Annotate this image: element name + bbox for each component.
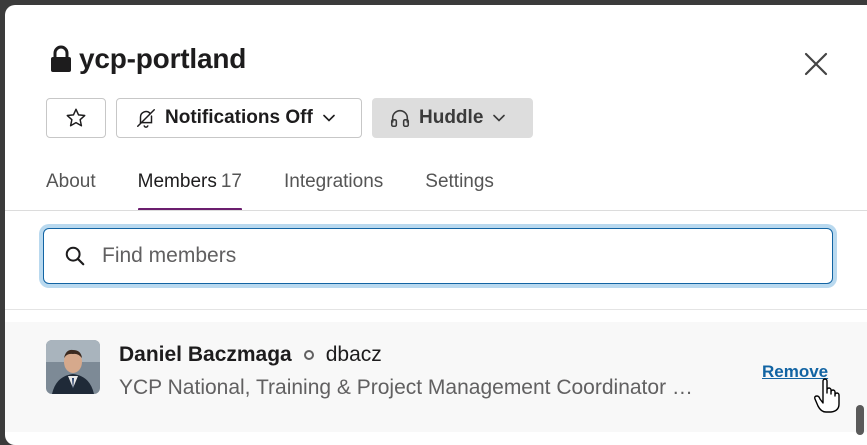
member-search-box[interactable] <box>43 228 833 284</box>
avatar-image <box>46 340 100 394</box>
bell-off-icon <box>137 109 155 128</box>
channel-action-bar: Notifications Off Huddle <box>46 98 533 138</box>
member-title: YCP National, Training & Project Managem… <box>119 376 693 399</box>
star-channel-button[interactable] <box>46 98 106 138</box>
member-handle: dbacz <box>325 343 382 366</box>
hand-pointer-cursor-icon <box>814 378 840 413</box>
chevron-down-icon <box>493 114 506 122</box>
member-name-line: Daniel Baczmaga dbacz <box>119 343 382 367</box>
notifications-button[interactable]: Notifications Off <box>116 98 362 138</box>
lock-icon <box>51 45 71 72</box>
tab-label: Integrations <box>283 171 384 192</box>
scrollbar-thumb[interactable] <box>856 405 864 435</box>
channel-tabs: About Members 17 Integrations Settings <box>46 165 536 211</box>
huddle-label: Huddle <box>419 107 484 128</box>
tab-members[interactable]: Members 17 <box>137 165 243 211</box>
channel-title: ycp-portland <box>49 43 246 75</box>
tab-settings[interactable]: Settings <box>425 165 494 211</box>
tab-label: Members <box>137 171 217 192</box>
search-divider <box>5 309 867 310</box>
tabs-divider <box>5 210 867 211</box>
search-icon <box>65 246 85 266</box>
member-name[interactable]: Daniel Baczmaga <box>119 343 292 367</box>
channel-name: ycp-portland <box>79 43 247 74</box>
close-icon[interactable] <box>804 52 828 76</box>
huddle-button[interactable]: Huddle <box>372 98 533 138</box>
chevron-down-icon <box>322 114 335 122</box>
close-button[interactable] <box>801 49 831 79</box>
tab-label: Settings <box>425 171 494 192</box>
tab-label: About <box>46 171 96 192</box>
tab-integrations[interactable]: Integrations <box>284 165 383 211</box>
members-count: 17 <box>220 171 242 192</box>
presence-away-icon <box>303 350 314 360</box>
avatar[interactable] <box>46 340 100 394</box>
search-input[interactable] <box>100 243 784 269</box>
star-icon[interactable] <box>65 107 87 129</box>
member-list-item[interactable]: Daniel Baczmaga dbacz YCP National, Trai… <box>5 322 867 432</box>
headphones-icon <box>390 109 410 128</box>
tab-about[interactable]: About <box>46 165 96 211</box>
channel-details-modal: ycp-portland Notifications Off Huddle Ab… <box>5 5 867 445</box>
notifications-label: Notifications Off <box>165 107 313 128</box>
